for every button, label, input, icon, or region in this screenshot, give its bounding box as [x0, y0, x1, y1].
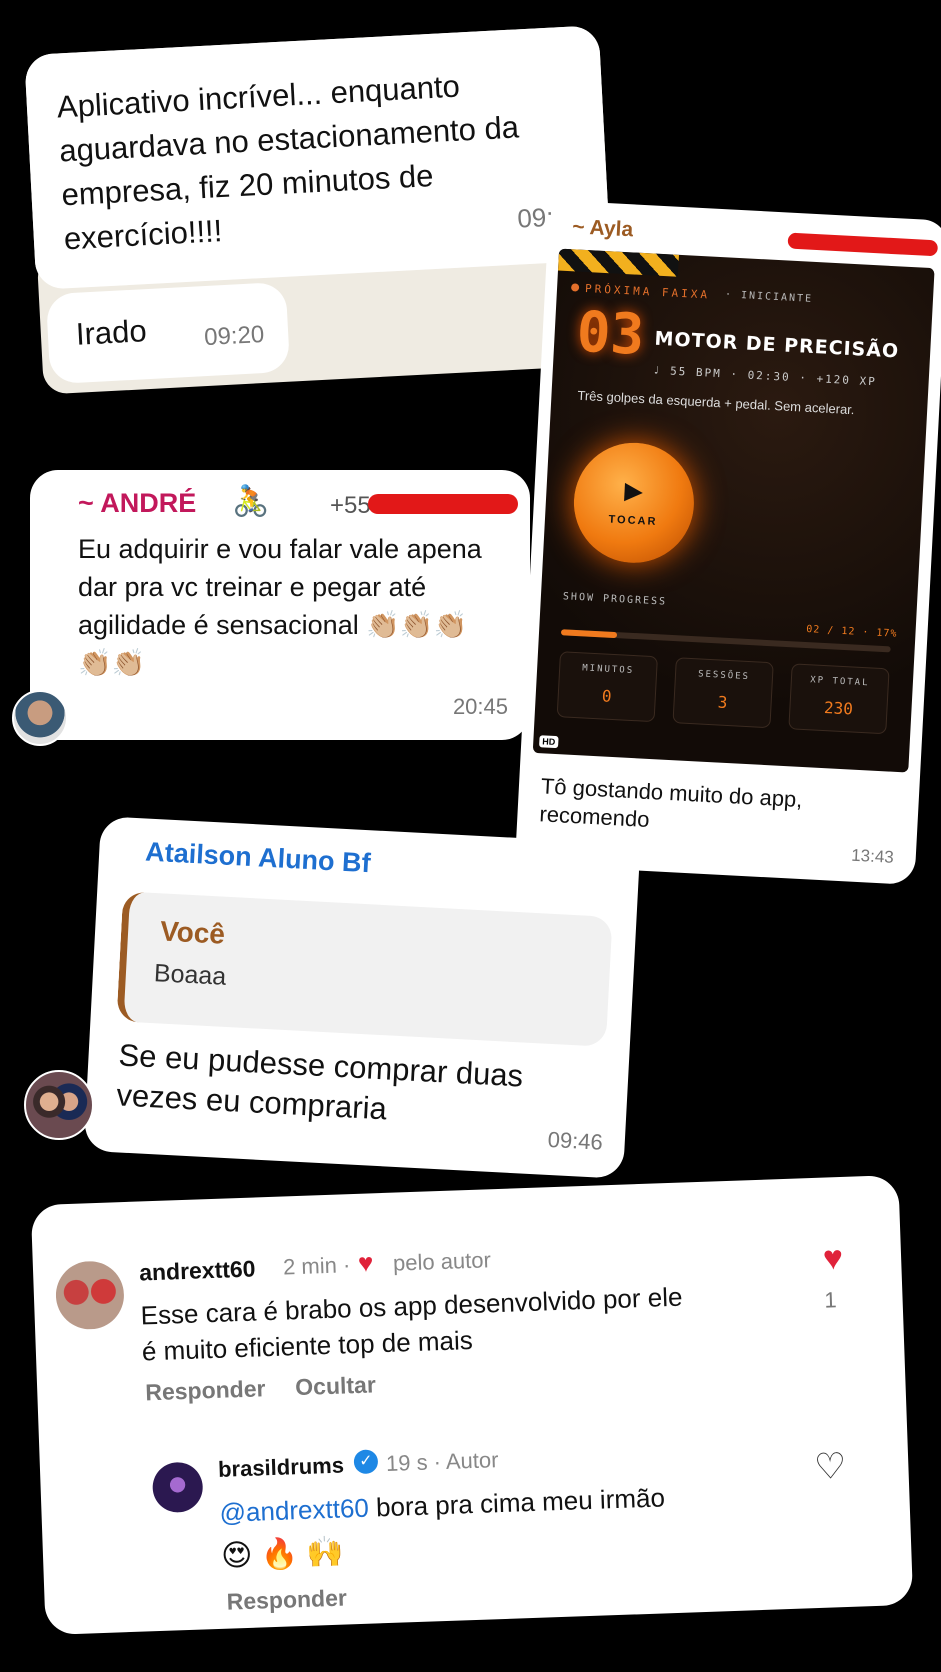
reply-meta: 19 s · Autor	[385, 1447, 499, 1477]
stat-value: 230	[823, 698, 854, 719]
bicycle-icon: 🚴	[232, 485, 270, 518]
verified-badge-icon: ✓	[353, 1449, 379, 1475]
chat-bubble-reply: Irado 09:20	[45, 281, 291, 385]
chat-bubble-atailson: Atailson Aluno Bf Você Boaaa Se eu pudes…	[83, 816, 641, 1179]
stat-minutes: MINUTOS 0	[556, 651, 658, 723]
redaction-mark	[787, 232, 939, 257]
stat-label: MINUTOS	[581, 663, 635, 677]
reply-button[interactable]: Responder	[145, 1375, 266, 1406]
track-meta: ♩ 55 BPM · 02:30 · +120 XP	[652, 363, 878, 389]
mention-link[interactable]: @andrextt60	[219, 1493, 369, 1528]
sender-name: Atailson Aluno Bf	[144, 836, 372, 879]
avatar[interactable]	[151, 1461, 204, 1514]
reply-button[interactable]: Responder	[226, 1584, 347, 1615]
hd-badge: HD	[539, 735, 559, 749]
progress-value: 02 / 12 · 17%	[805, 624, 898, 640]
reply-body: bora pra cima meu irmão	[368, 1482, 666, 1523]
message-text: Irado	[75, 313, 148, 352]
liked-by-author-label: pelo autor	[392, 1247, 492, 1276]
like-count: 1	[823, 1287, 837, 1313]
like-heart-icon[interactable]: ♥	[822, 1239, 844, 1279]
avatar[interactable]	[54, 1260, 126, 1331]
stat-value: 0	[601, 686, 613, 706]
chat-bubble-andre: ~ ANDRÉ 🚴 +55 Eu adquirir e vou falar va…	[30, 470, 530, 740]
stat-xp: XP TOTAL 230	[788, 663, 890, 735]
quote-author: Você	[159, 915, 226, 950]
track-title: MOTOR DE PRECISÃO	[653, 327, 900, 363]
quoted-message[interactable]: Você Boaaa	[116, 891, 613, 1047]
message-text: Aplicativo incrível... enquanto aguardav…	[56, 68, 520, 257]
quote-text: Boaaa	[153, 959, 227, 991]
message-time: 20:45	[452, 694, 508, 719]
chat-bubble-app-praise: Aplicativo incrível... enquanto aguardav…	[24, 25, 611, 290]
level-label: · INICIANTE	[724, 289, 814, 305]
comment-username[interactable]: andrextt60	[139, 1255, 256, 1286]
play-label: TOCAR	[608, 513, 658, 529]
author-liked-heart-icon: ♥	[357, 1247, 374, 1278]
hazard-stripes	[557, 248, 679, 277]
message-text: Tô gostando muito do app, recomendo	[538, 773, 804, 833]
comment-text: Esse cara é brabo os app desenvolvido po…	[140, 1281, 683, 1367]
sender-phone: +55	[330, 492, 371, 519]
comment-thread: andrextt60 2 min · ♥ pelo autor Esse car…	[30, 1174, 914, 1636]
chat-bubble-ayla: ~ Ayla +55 PRÓXIMA FAIXA · INICIANTE 03 …	[514, 199, 941, 886]
app-screenshot: PRÓXIMA FAIXA · INICIANTE 03 MOTOR DE PR…	[532, 248, 935, 773]
avatar	[12, 690, 68, 746]
message-text: Se eu pudesse comprar duas vezes eu comp…	[115, 1037, 524, 1127]
hide-button[interactable]: Ocultar	[295, 1371, 376, 1401]
track-description: Três golpes da esquerda + pedal. Sem ace…	[577, 387, 855, 418]
progress-label: SHOW PROGRESS	[562, 591, 668, 608]
message-time: 09:20	[203, 320, 265, 352]
stat-label: SESSÕES	[697, 669, 751, 683]
play-icon: ▶	[623, 477, 644, 506]
avatar	[24, 1070, 94, 1140]
next-label: PRÓXIMA FAIXA	[584, 281, 711, 302]
message-time: 09:46	[547, 1126, 604, 1155]
message-text: Eu adquirir e vou falar vale apena dar p…	[78, 534, 482, 678]
message-time: 13:43	[850, 845, 895, 867]
status-dot	[570, 283, 580, 292]
stat-label: XP TOTAL	[809, 675, 870, 689]
sender-name: ~ ANDRÉ	[78, 488, 197, 518]
reply-emoji: 😍 🔥 🙌	[220, 1535, 345, 1573]
progress-fill	[560, 629, 618, 639]
track-number: 03	[575, 299, 646, 369]
reply-username[interactable]: brasildrums	[218, 1453, 345, 1483]
bubble: Aplicativo incrível... enquanto aguardav…	[24, 25, 611, 290]
stat-value: 3	[717, 692, 728, 712]
reply-text: @andrextt60 bora pra cima meu irmão	[219, 1475, 740, 1533]
stat-sessions: SESSÕES 3	[672, 657, 774, 729]
comment-age: 2 min ·	[282, 1252, 351, 1280]
sender-name: ~ Ayla	[571, 215, 634, 242]
redaction-mark	[368, 494, 518, 514]
like-heart-outline-icon[interactable]: ♡	[813, 1445, 847, 1488]
play-button[interactable]: ▶ TOCAR	[570, 439, 698, 566]
